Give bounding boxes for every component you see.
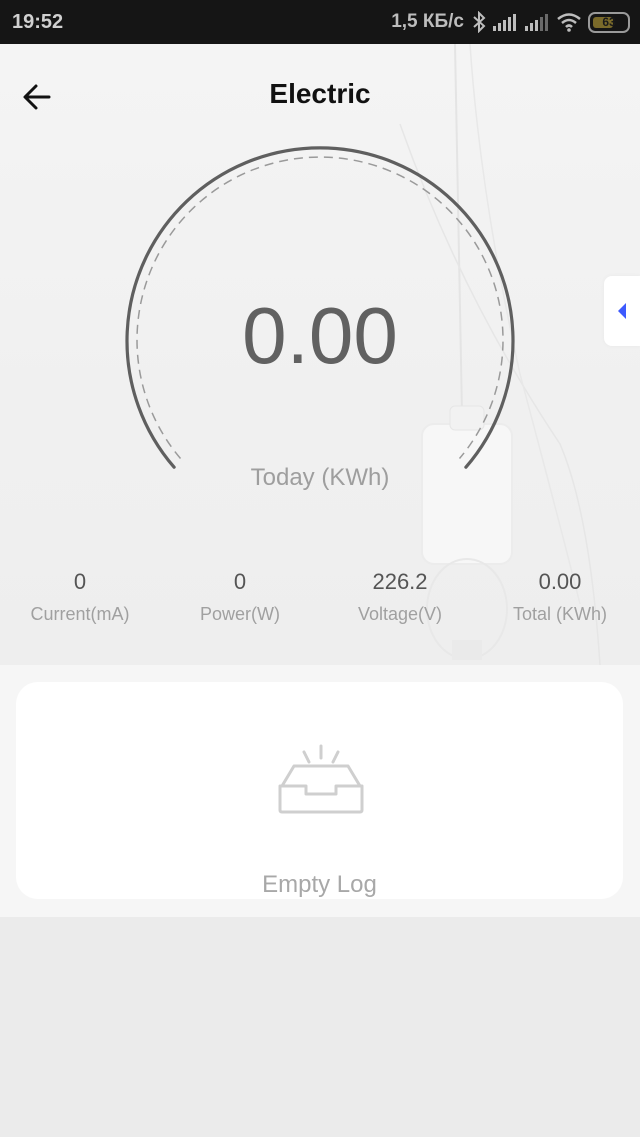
stat-label: Total (KWh): [512, 604, 608, 624]
bluetooth-icon: [473, 11, 486, 33]
stat-value: 0.00: [538, 569, 582, 594]
stat-power: 0 Power(W): [160, 569, 320, 625]
battery-icon: 63: [588, 11, 630, 33]
log-section: Empty Log: [0, 665, 640, 917]
stats-row: 0 Current(mA) 0 Power(W) 226.2 Voltage(V…: [0, 569, 640, 629]
side-panel-toggle[interactable]: [604, 276, 640, 346]
stat-value: 0: [73, 569, 87, 594]
network-speed: 1,5 КБ/с: [391, 11, 464, 32]
today-energy-value: 0.00: [242, 291, 398, 380]
stat-current: 0 Current(mA): [0, 569, 160, 625]
electric-panel: Electric 0.00 Today (KWh) 0 Current(mA) …: [0, 44, 640, 665]
empty-log-text: Empty Log: [262, 871, 377, 898]
stat-total: 0.00 Total (KWh): [480, 569, 640, 625]
bottom-blank-area: [0, 917, 640, 1137]
status-bar: 19:52 1,5 КБ/с 63: [0, 0, 640, 44]
stat-label: Power(W): [200, 604, 280, 624]
stat-voltage: 226.2 Voltage(V): [320, 569, 480, 625]
stat-label: Current(mA): [30, 604, 130, 624]
status-icons: 1,5 КБ/с 63: [391, 9, 630, 35]
caret-left-icon: [618, 303, 626, 319]
stat-value: 226.2: [372, 569, 428, 594]
status-time: 19:52: [12, 11, 64, 33]
empty-inbox-icon: [278, 744, 364, 814]
signal-icon: [525, 14, 548, 31]
today-energy-label: Today (KWh): [250, 464, 390, 491]
stat-label: Voltage(V): [357, 604, 443, 624]
wifi-icon: [557, 13, 581, 32]
signal-icon: [493, 14, 516, 31]
log-card: Empty Log: [16, 682, 623, 899]
stat-value: 0: [233, 569, 247, 594]
battery-level: 63: [602, 15, 616, 29]
